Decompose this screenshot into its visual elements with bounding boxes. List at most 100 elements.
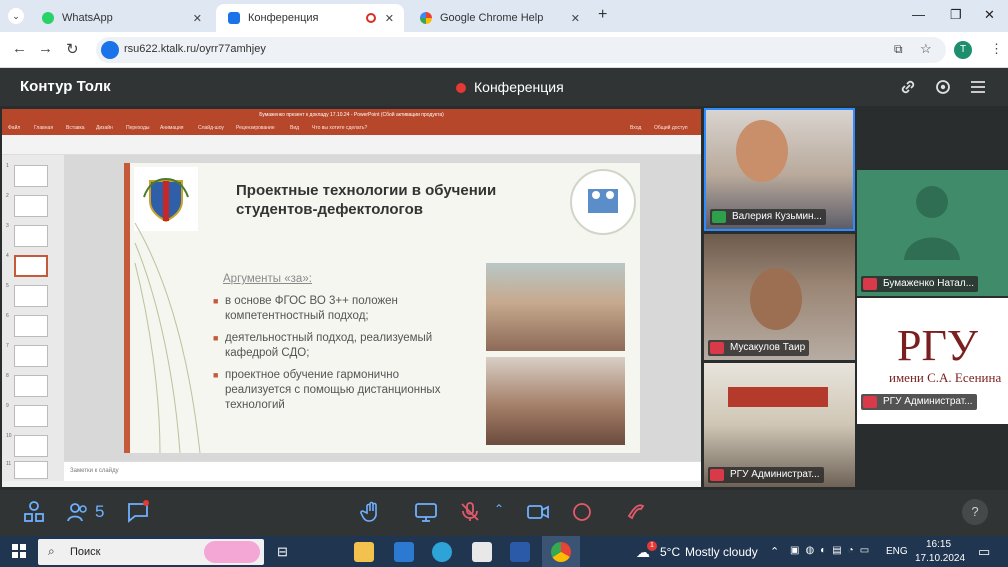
chrome-icon[interactable] [551, 542, 571, 562]
close-window-icon[interactable]: ✕ [984, 7, 995, 23]
slide-thumb [14, 435, 48, 457]
mic-off-icon [710, 342, 724, 354]
participant-name: Валерия Кузьмин... [710, 209, 826, 225]
tray-chevron-icon[interactable]: ⌃ [770, 545, 779, 558]
ppt-window-title: Бумаженко презент к докладу 17.10.24 - P… [2, 109, 701, 121]
weather-badge: 1 [647, 541, 657, 551]
raise-hand-icon[interactable] [360, 500, 384, 524]
slide-thumb [14, 225, 48, 247]
clock-time[interactable]: 16:15 [926, 539, 951, 550]
camera-icon[interactable] [526, 500, 550, 524]
google-icon [420, 12, 432, 24]
word-icon[interactable] [510, 542, 530, 562]
search-label: Поиск [70, 546, 101, 558]
classroom-photo-top [486, 263, 625, 351]
recording-indicator-icon [456, 83, 466, 93]
mic-off-icon [863, 278, 877, 290]
ppt-menu-item: Слайд-шоу [198, 125, 224, 131]
participant-tile[interactable]: Мусакулов Таир [704, 234, 855, 360]
task-view-icon[interactable]: ⊟ [277, 544, 288, 560]
default-avatar-icon [904, 186, 960, 260]
participant-tile[interactable]: Бумаженко Натал... [857, 170, 1008, 296]
ppt-ribbon-tabs: Файл Главная Вставка Дизайн Переходы Ани… [2, 121, 701, 135]
restore-icon[interactable]: ❐ [950, 7, 962, 23]
mail-icon[interactable] [394, 542, 414, 562]
recording-icon [366, 13, 376, 23]
thumb-number: 5 [6, 283, 9, 289]
profile-avatar[interactable]: T [954, 41, 972, 59]
back-arrow-icon[interactable]: ← [12, 40, 27, 57]
minimize-icon[interactable]: — [912, 7, 925, 22]
slide-heading: Проектные технологии в обучении студенто… [236, 182, 497, 218]
participant-video [750, 268, 802, 330]
reload-icon[interactable]: ↻ [66, 40, 79, 58]
language-indicator[interactable]: ENG [886, 546, 908, 557]
clock-date[interactable]: 17.10.2024 [915, 553, 965, 564]
thumb-number: 1 [6, 163, 9, 169]
tab-search-dropdown-button[interactable]: ⌄ [8, 8, 24, 24]
address-bar[interactable]: rsu622.ktalk.ru/oyrr77amhjey ⧉ ☆ [96, 37, 946, 63]
tab-conference[interactable]: Конференция ✕ [216, 4, 404, 32]
participants-icon[interactable] [66, 500, 90, 524]
url-text: rsu622.ktalk.ru/oyrr77amhjey [124, 43, 266, 55]
tab-label: Конференция [248, 12, 319, 24]
windows-start-icon[interactable] [12, 544, 26, 558]
link-icon[interactable] [898, 77, 918, 97]
forward-arrow-icon[interactable]: → [38, 40, 53, 57]
mic-muted-icon[interactable] [458, 500, 482, 524]
bookmark-star-icon[interactable]: ☆ [920, 41, 932, 57]
ppt-menu-item: Главная [34, 125, 54, 131]
ppt-menu-item: Файл [8, 125, 21, 131]
ppt-menu-item: Что вы хотите сделать? [312, 125, 368, 131]
thumb-number: 2 [6, 193, 9, 199]
settings-gear-icon[interactable] [933, 77, 953, 97]
help-button[interactable]: ? [962, 499, 988, 525]
close-tab-icon[interactable]: ✕ [571, 12, 580, 25]
leave-call-icon[interactable] [624, 500, 648, 524]
thumb-number: 9 [6, 403, 9, 409]
weather-temp: 5°C [660, 545, 681, 559]
slide-arguments-label: Аргументы «за»: [223, 273, 312, 285]
site-info-icon[interactable] [101, 41, 119, 59]
notifications-icon[interactable]: ▭ [978, 544, 990, 560]
whatsapp-icon [42, 12, 54, 24]
participant-tile[interactable]: РГУ имени С.А. Есенина РГУ Администрат..… [857, 298, 1008, 424]
store-icon[interactable] [472, 542, 492, 562]
participant-name: РГУ Администрат... [708, 467, 824, 483]
windows-taskbar: ⌕ Поиск ⊟ ☁ 1 5°C Mostly cloudy ⌃ ▣◍◐▤◔▭… [0, 536, 1008, 567]
slide-bullet: проектное обучение гармонично реализуетс… [213, 368, 465, 413]
close-tab-icon[interactable]: ✕ [385, 12, 394, 25]
file-explorer-icon[interactable] [354, 542, 374, 562]
tab-chrome-help[interactable]: Google Chrome Help ✕ [408, 4, 590, 32]
chat-icon[interactable] [126, 500, 150, 524]
record-icon[interactable] [570, 500, 594, 524]
ppt-menu-item: Вставка [66, 125, 85, 131]
current-slide: Проектные технологии в обучении студенто… [124, 163, 640, 453]
edge-icon[interactable] [432, 542, 452, 562]
install-app-icon[interactable]: ⧉ [894, 42, 903, 57]
slide-thumb [14, 315, 48, 337]
app-header: Контур Толк Конференция [0, 68, 1008, 106]
tab-whatsapp[interactable]: WhatsApp ✕ [30, 4, 212, 32]
thumb-number: 4 [6, 253, 9, 259]
menu-icon[interactable] [968, 77, 988, 97]
participant-tile-speaker[interactable]: Валерия Кузьмин... [704, 108, 855, 231]
shapes-icon[interactable] [22, 500, 46, 524]
taskbar-search[interactable]: ⌕ Поиск [38, 539, 264, 565]
slide-thumbnails: 1 2 3 4 5 6 7 8 9 10 11 [2, 155, 64, 481]
ppt-menu-item: Вид [290, 125, 300, 131]
mic-options-chevron-icon[interactable]: ⌃ [494, 502, 504, 516]
shared-screen: Бумаженко презент к докладу 17.10.24 - P… [2, 109, 701, 487]
slide-thumb [14, 165, 48, 187]
ppt-menu-item: Вход [630, 125, 642, 131]
new-tab-button[interactable]: + [598, 6, 607, 24]
video-camera-icon [228, 12, 240, 24]
close-tab-icon[interactable]: ✕ [193, 12, 202, 25]
slide-thumb [14, 345, 48, 367]
tray-icons[interactable]: ▣◍◐▤◔▭ [790, 545, 875, 556]
decorative-lines [134, 223, 201, 453]
screen-share-icon[interactable] [414, 500, 438, 524]
slide-thumb [14, 405, 48, 427]
participant-tile[interactable]: РГУ Администрат... [704, 363, 855, 487]
chrome-menu-icon[interactable]: ⋮ [990, 41, 1003, 57]
